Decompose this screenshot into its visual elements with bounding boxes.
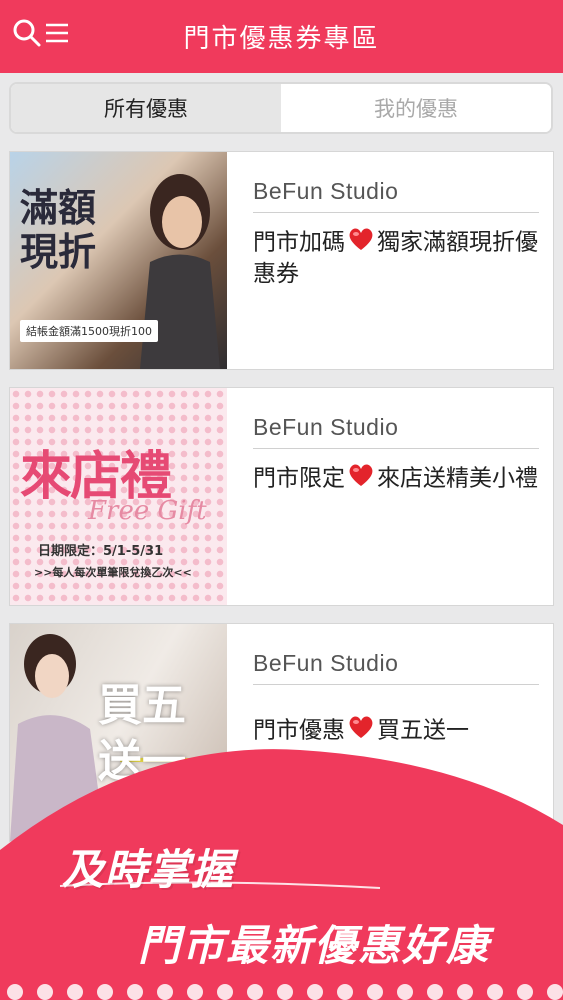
coupon-description: 門市加碼 獨家滿額現折優惠券 [253,226,538,289]
desc-prefix: 門市加碼 [253,229,345,256]
coupon-card[interactable]: 來店禮 Free Gift 日期限定：5/1-5/31 >>每人每次單筆限兌換乙… [9,387,554,606]
coupon-image: 來店禮 Free Gift 日期限定：5/1-5/31 >>每人每次單筆限兌換乙… [10,388,227,605]
tab-my-offers[interactable]: 我的優惠 [281,84,551,132]
coupon-description: 門市限定 來店送精美小禮 [253,462,538,496]
desc-prefix: 門市限定 [253,465,345,492]
coupon-image-note: 日期限定：5/1-5/31 [38,544,164,559]
store-name: BeFun Studio [253,178,399,204]
search-icon[interactable] [12,18,42,52]
coupon-card[interactable]: 滿額現折 結帳金額滿1500現折100 BeFun Studio 門市加碼 獨家滿… [9,151,554,370]
coupon-image-note: >>每人每次單筆限兌換乙次<< [34,566,192,579]
coupon-image: 滿額現折 結帳金額滿1500現折100 [10,152,227,369]
coupon-image-subtext: Free Gift [88,496,207,526]
heart-icon [347,226,375,260]
heart-icon [347,462,375,496]
promo-subheadline: 門市最新優惠好康 [138,921,491,970]
tab-all-offers[interactable]: 所有優惠 [11,84,281,132]
promo-banner: 及時掌握 門市最新優惠好康 [0,740,563,1000]
coupon-image-text: 滿額現折 [20,186,97,274]
coupon-image-note: 結帳金額滿1500現折100 [20,320,158,342]
app-header: 門市優惠券專區 [0,0,563,73]
store-name: BeFun Studio [253,414,399,440]
divider [253,212,539,213]
divider [253,448,539,449]
header-icons [12,18,70,52]
tab-bar: 所有優惠 我的優惠 [9,82,553,134]
promo-headline: 及時掌握 [62,845,235,894]
divider [253,684,539,685]
menu-icon[interactable] [44,20,70,50]
page-title: 門市優惠券專區 [183,24,380,54]
store-name: BeFun Studio [253,650,399,676]
desc-suffix: 來店送精美小禮 [377,465,538,492]
